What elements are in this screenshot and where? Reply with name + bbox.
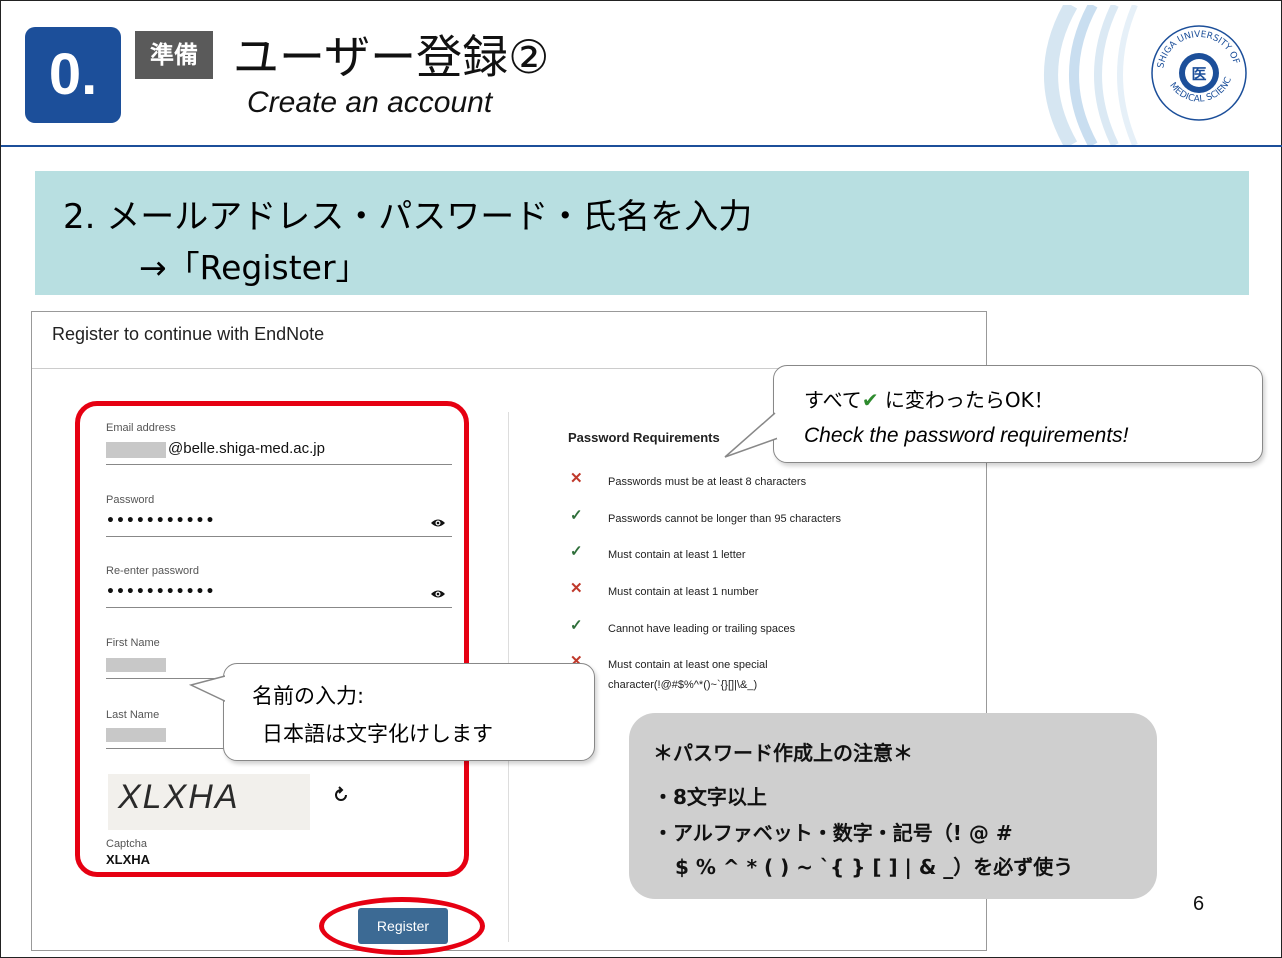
callout-text: すべて bbox=[804, 388, 862, 412]
instruction-action: →「Register」 bbox=[139, 248, 369, 287]
pass-check-icon: ✓ bbox=[570, 507, 583, 524]
callout-pointer bbox=[724, 411, 783, 458]
password-note-line: $ % ^ * ( ) ~ `{ } [ ] | & _）を必ず使う bbox=[675, 855, 1074, 879]
prep-badge: 準備 bbox=[135, 31, 213, 79]
name-callout-line2: 日本語は文字化けします bbox=[262, 722, 493, 746]
requirement-text: Must contain at least 1 number bbox=[608, 586, 759, 598]
name-input-callout: 名前の入力: 日本語は文字化けします bbox=[223, 663, 595, 761]
name-callout-line1: 名前の入力: bbox=[252, 684, 365, 708]
section-number-badge: 0. bbox=[25, 27, 121, 123]
form-fields-highlight bbox=[75, 401, 469, 877]
requirements-callout: すべて✔ に変わったらOK！ Check the password requir… bbox=[773, 365, 1263, 463]
requirements-callout-en: Check the password requirements! bbox=[804, 424, 1129, 447]
header-divider bbox=[1, 145, 1282, 147]
university-seal-icon: SHIGA UNIVERSITY OF MEDICAL SCIENCE 医 bbox=[1149, 23, 1247, 121]
password-note-line: ・アルファベット・数字・記号（! @ # bbox=[653, 821, 1013, 845]
pass-check-icon: ✓ bbox=[570, 617, 583, 634]
fail-x-icon: ✕ bbox=[570, 580, 583, 597]
password-requirements-title: Password Requirements bbox=[568, 430, 720, 445]
decorative-arcs-icon bbox=[1044, 5, 1138, 145]
password-note-line: ・8文字以上 bbox=[653, 785, 767, 809]
fail-x-icon: ✕ bbox=[570, 470, 583, 487]
requirement-text: Must contain at least 1 letter bbox=[608, 549, 746, 561]
pass-check-icon: ✓ bbox=[570, 543, 583, 560]
requirements-callout-jp: すべて✔ に変わったらOK！ bbox=[804, 384, 1054, 413]
register-button-highlight bbox=[319, 897, 485, 955]
callout-pointer bbox=[189, 673, 231, 705]
page-number: 6 bbox=[1193, 893, 1205, 915]
svg-text:医: 医 bbox=[1191, 65, 1206, 83]
requirement-text: Must contain at least one special charac… bbox=[608, 659, 768, 691]
form-title: Register to continue with EndNote bbox=[52, 324, 325, 344]
requirement-text: Cannot have leading or trailing spaces bbox=[608, 623, 796, 635]
requirement-text: Passwords must be at least 8 characters bbox=[608, 476, 807, 488]
slide: 0. 準備 ユーザー登録② Create an account SHIGA UN… bbox=[0, 0, 1282, 958]
instruction-step: 2. メールアドレス・パスワード・氏名を入力 bbox=[63, 197, 753, 237]
page-subtitle: Create an account bbox=[247, 86, 493, 119]
callout-text: に変わったらOK！ bbox=[878, 388, 1054, 412]
password-note: ＊パスワード作成上の注意＊ ・8文字以上 ・アルファベット・数字・記号（! @ … bbox=[629, 713, 1157, 899]
requirement-text: Passwords cannot be longer than 95 chara… bbox=[608, 513, 841, 525]
instruction-bar: 2. メールアドレス・パスワード・氏名を入力 →「Register」 bbox=[35, 171, 1249, 295]
green-check-icon: ✔ bbox=[861, 388, 879, 412]
page-title: ユーザー登録② bbox=[233, 30, 550, 84]
password-note-title: ＊パスワード作成上の注意＊ bbox=[653, 741, 913, 765]
